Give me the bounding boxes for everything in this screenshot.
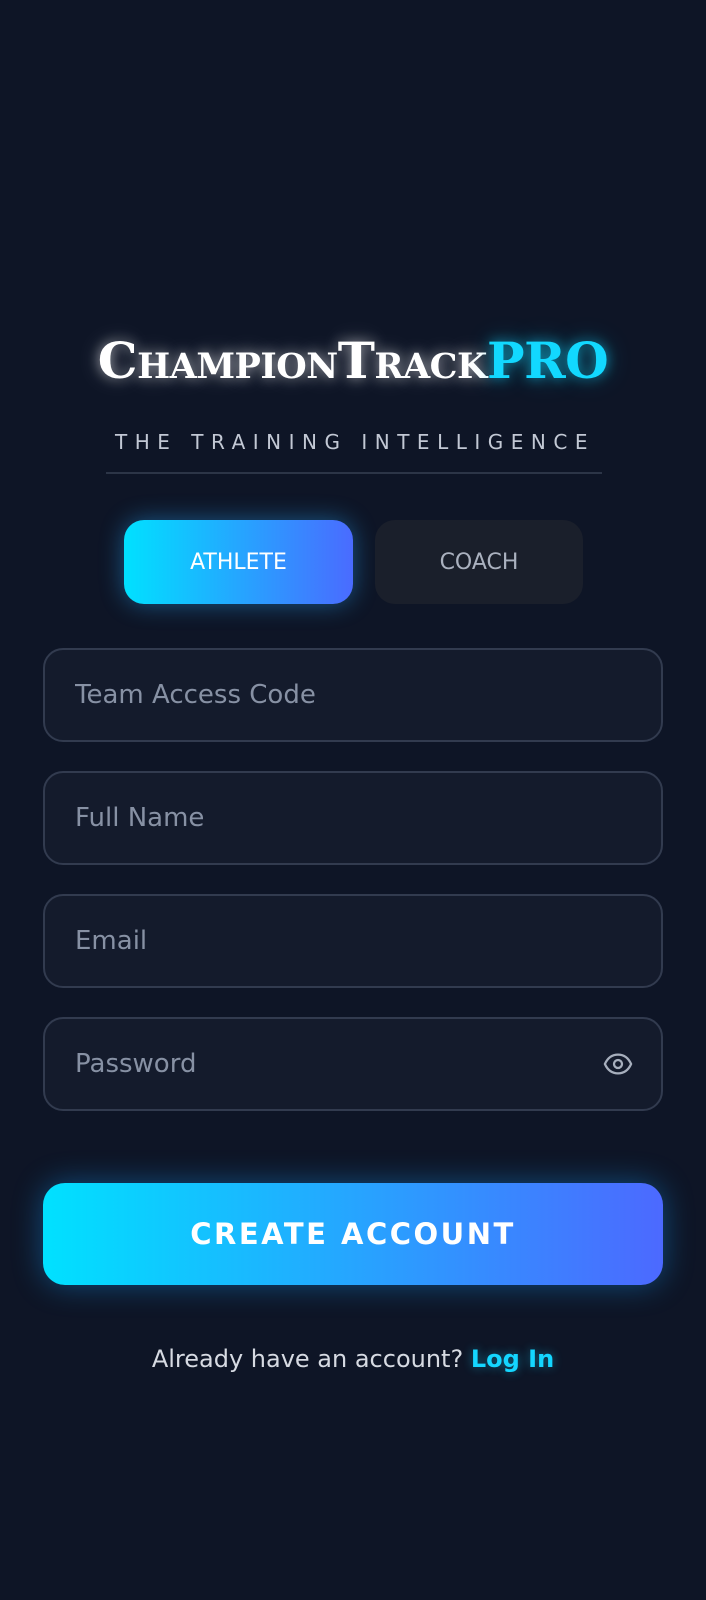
full-name-input[interactable] <box>45 773 661 863</box>
eye-icon[interactable] <box>601 1049 635 1079</box>
role-coach-button[interactable]: COACH <box>375 520 583 604</box>
app-logo: ChampionTrackPRO <box>0 326 706 396</box>
tagline: THE TRAINING INTELLIGENCE <box>115 430 595 454</box>
email-input[interactable] <box>45 896 661 986</box>
tagline-divider <box>106 472 602 474</box>
login-link[interactable]: Log In <box>471 1345 554 1373</box>
role-athlete-button[interactable]: ATHLETE <box>124 520 353 604</box>
password-field <box>43 1017 663 1111</box>
team-code-field <box>43 648 663 742</box>
team-code-input[interactable] <box>45 650 661 740</box>
password-input[interactable] <box>45 1019 661 1109</box>
login-prompt-line: Already have an account? Log In <box>0 1342 706 1376</box>
email-field <box>43 894 663 988</box>
full-name-field <box>43 771 663 865</box>
login-prompt-text: Already have an account? <box>151 1345 464 1373</box>
create-account-button[interactable]: CREATE ACCOUNT <box>43 1183 663 1285</box>
app-name-main: ChampionTrack <box>97 331 488 390</box>
app-name-pro: PRO <box>486 331 609 390</box>
